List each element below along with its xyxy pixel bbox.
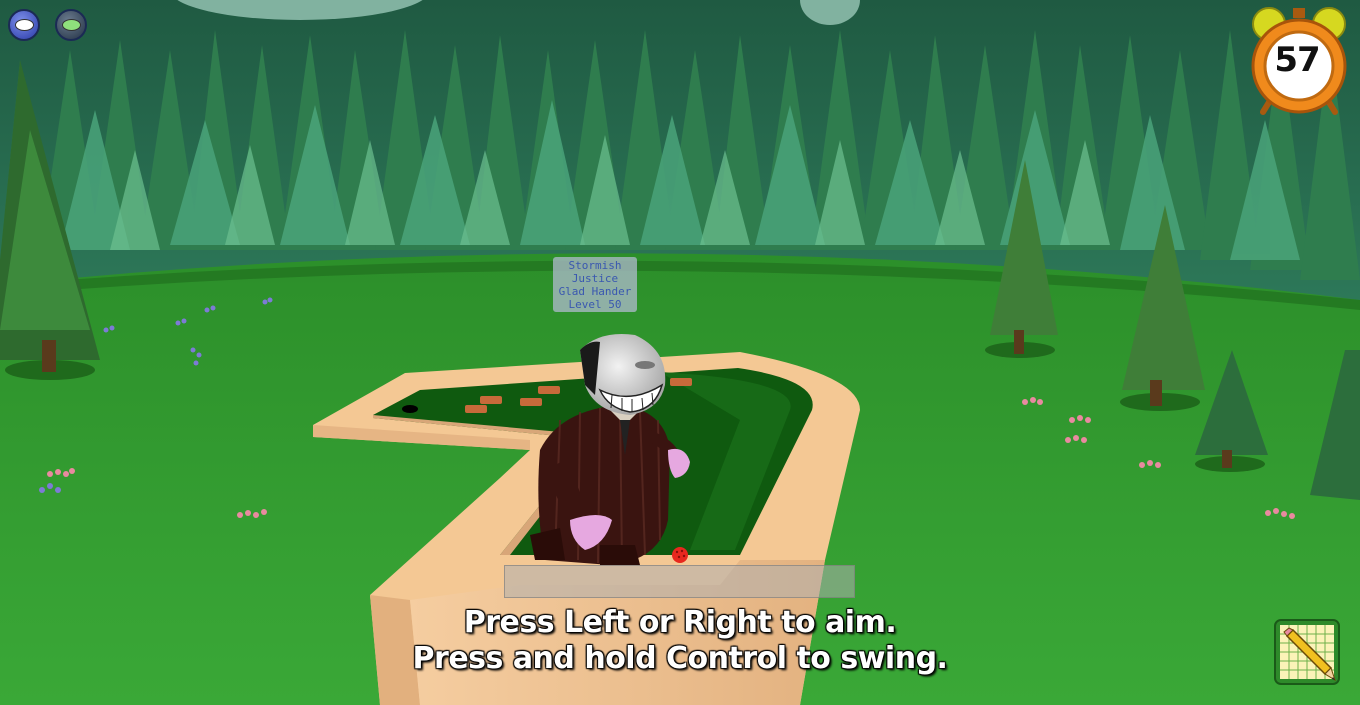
instruction-swing: Press and hold Control to swing. [412, 641, 948, 676]
nametag-line: Glad Hander [558, 285, 632, 298]
quick-chat-button[interactable] [55, 9, 87, 41]
nametag-line: Stormish [568, 259, 622, 272]
nametag-line: Level 50 [568, 298, 622, 311]
speedchat-button[interactable] [8, 9, 40, 41]
cog-nametag[interactable]: Stormish Justice Glad Hander Level 50 [553, 257, 637, 312]
instruction-aim: Press Left or Right to aim. [463, 605, 897, 640]
golf-course-scene [0, 0, 1360, 705]
nametag-line: Justice [571, 272, 619, 285]
countdown-timer: 57 [1274, 40, 1320, 80]
shticker-book-button[interactable] [1273, 618, 1341, 686]
quick-chat-bubble-icon [61, 19, 81, 31]
golf-ball [672, 547, 688, 563]
speech-bubble-icon [14, 19, 34, 31]
swing-power-bar [504, 565, 855, 598]
